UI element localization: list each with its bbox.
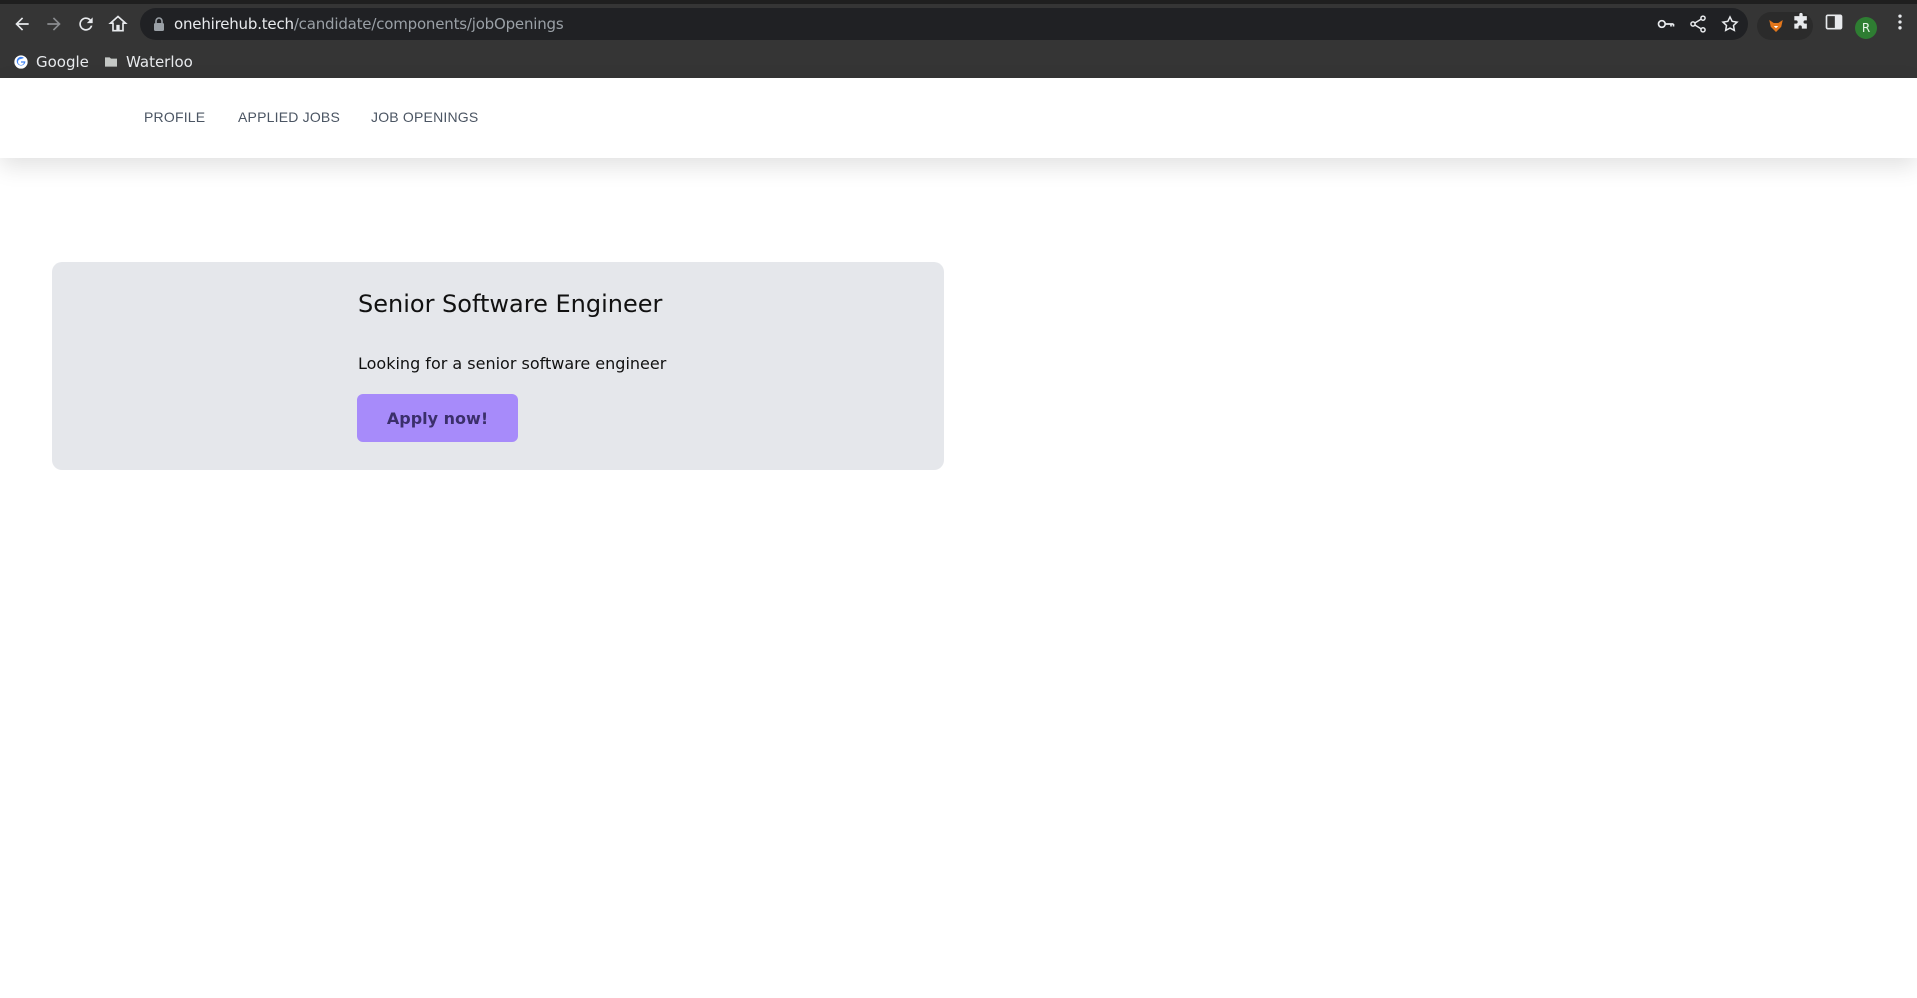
fox-extension-icon[interactable] bbox=[1767, 17, 1785, 35]
puzzle-icon[interactable] bbox=[1791, 12, 1811, 32]
nav-job-openings[interactable]: JOB OPENINGS bbox=[371, 109, 478, 125]
bookmark-star-icon[interactable] bbox=[1720, 14, 1740, 34]
home-icon[interactable] bbox=[102, 8, 134, 40]
reload-icon[interactable] bbox=[70, 8, 102, 40]
nav-applied-jobs[interactable]: APPLIED JOBS bbox=[238, 109, 340, 125]
bookmark-waterloo[interactable]: Waterloo bbox=[103, 52, 193, 72]
nav-profile[interactable]: PROFILE bbox=[144, 109, 205, 125]
apply-button[interactable]: Apply now! bbox=[357, 394, 518, 442]
bookmark-google[interactable]: Google bbox=[13, 52, 89, 72]
key-icon[interactable] bbox=[1656, 14, 1676, 34]
share-icon[interactable] bbox=[1688, 14, 1708, 34]
url-text: onehirehub.tech/candidate/components/job… bbox=[174, 15, 564, 33]
address-bar[interactable]: onehirehub.tech/candidate/components/job… bbox=[140, 8, 1748, 40]
site-navbar: PROFILE APPLIED JOBS JOB OPENINGS bbox=[0, 78, 1917, 158]
bookmark-label: Google bbox=[36, 53, 89, 71]
bookmarks-bar: Google Waterloo bbox=[0, 44, 1917, 78]
browser-chrome: onehirehub.tech/candidate/components/job… bbox=[0, 0, 1917, 78]
google-icon bbox=[14, 55, 28, 69]
lock-icon bbox=[154, 17, 164, 31]
job-title: Senior Software Engineer bbox=[358, 290, 663, 318]
profile-avatar[interactable]: R bbox=[1855, 17, 1877, 39]
job-card: Senior Software Engineer Looking for a s… bbox=[52, 262, 944, 470]
folder-icon bbox=[105, 57, 117, 67]
more-menu-icon[interactable] bbox=[1890, 12, 1910, 32]
browser-toolbar: onehirehub.tech/candidate/components/job… bbox=[0, 4, 1917, 44]
back-icon[interactable] bbox=[6, 8, 38, 40]
bookmark-label: Waterloo bbox=[126, 53, 193, 71]
side-panel-icon[interactable] bbox=[1824, 12, 1844, 32]
job-description: Looking for a senior software engineer bbox=[358, 354, 667, 373]
forward-icon[interactable] bbox=[38, 8, 70, 40]
